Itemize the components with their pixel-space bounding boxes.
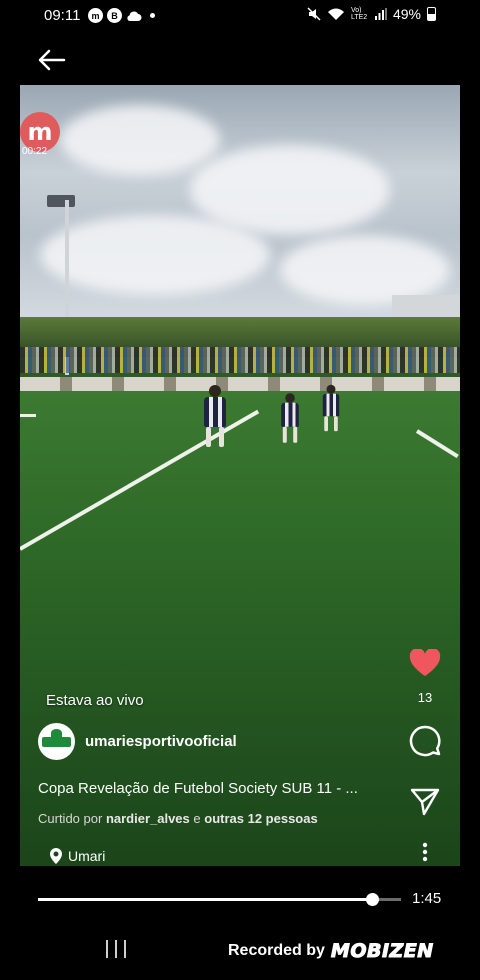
comment-icon xyxy=(409,725,441,757)
recorded-by-label: Recorded by xyxy=(228,942,325,959)
player xyxy=(322,384,340,432)
account-avatar[interactable] xyxy=(38,722,75,760)
video-duration: 1:45 xyxy=(412,890,442,907)
mobizen-notification-icon: m xyxy=(88,8,103,23)
battery-percent: 49% xyxy=(392,6,421,22)
recorder-watermark: Recorded by MOBIZEN xyxy=(228,940,434,963)
recording-timer: 00:22 xyxy=(22,146,48,157)
account-row[interactable]: umariesportivooficial xyxy=(38,722,237,760)
signal-icon xyxy=(374,8,387,20)
recorder-badge[interactable]: m 00:22 xyxy=(20,112,60,160)
share-button[interactable] xyxy=(408,786,442,818)
cloud-icon xyxy=(127,11,142,21)
liked-by-conjunction: e xyxy=(193,811,201,826)
live-label: Estava ao vivo xyxy=(46,692,144,709)
post-caption[interactable]: Copa Revelação de Futebol Society SUB 11… xyxy=(38,780,358,797)
recent-apps-button[interactable] xyxy=(106,940,126,960)
liked-by-others[interactable]: outras 12 pessoas xyxy=(204,811,317,826)
like-count[interactable]: 13 xyxy=(410,690,440,705)
mute-icon xyxy=(307,7,321,21)
playback-progress-bar[interactable] xyxy=(38,893,401,906)
liked-by[interactable]: Curtido por nardier_alves e outras 12 pe… xyxy=(38,811,318,826)
status-notification-icons: m B xyxy=(88,8,155,23)
playback-scrubber[interactable] xyxy=(365,893,379,906)
floodlight xyxy=(47,195,75,207)
comment-button[interactable] xyxy=(408,724,442,758)
send-icon xyxy=(410,788,440,816)
playback-progress-fill xyxy=(38,898,372,901)
player xyxy=(281,393,299,443)
mobizen-wordmark: MOBIZEN xyxy=(330,940,434,963)
battery-icon xyxy=(427,7,436,21)
crowd xyxy=(20,347,460,373)
network-label: Vo) LTE2 xyxy=(350,7,368,21)
back-arrow-icon xyxy=(38,49,66,71)
player xyxy=(204,385,226,447)
status-system-icons: Vo) LTE2 49% xyxy=(307,6,436,22)
liked-by-prefix: Curtido por xyxy=(38,811,103,826)
location-pin-icon xyxy=(50,848,62,864)
account-name[interactable]: umariesportivooficial xyxy=(85,733,237,750)
more-options-button[interactable] xyxy=(414,840,436,864)
location-name: Umari xyxy=(68,848,106,864)
location-tag[interactable]: Umari xyxy=(40,842,115,870)
b-notification-icon: B xyxy=(107,8,122,23)
back-button[interactable] xyxy=(34,44,70,76)
more-vertical-icon xyxy=(422,842,428,862)
field-line-far-left xyxy=(20,414,36,417)
like-button[interactable] xyxy=(408,648,442,678)
heart-icon xyxy=(409,649,441,676)
wifi-icon xyxy=(327,8,344,20)
liked-by-user[interactable]: nardier_alves xyxy=(106,811,190,826)
status-bar: 09:11 m B Vo) LTE2 49% xyxy=(0,0,480,32)
status-time: 09:11 xyxy=(44,7,81,24)
more-notifications-dot xyxy=(150,13,155,18)
